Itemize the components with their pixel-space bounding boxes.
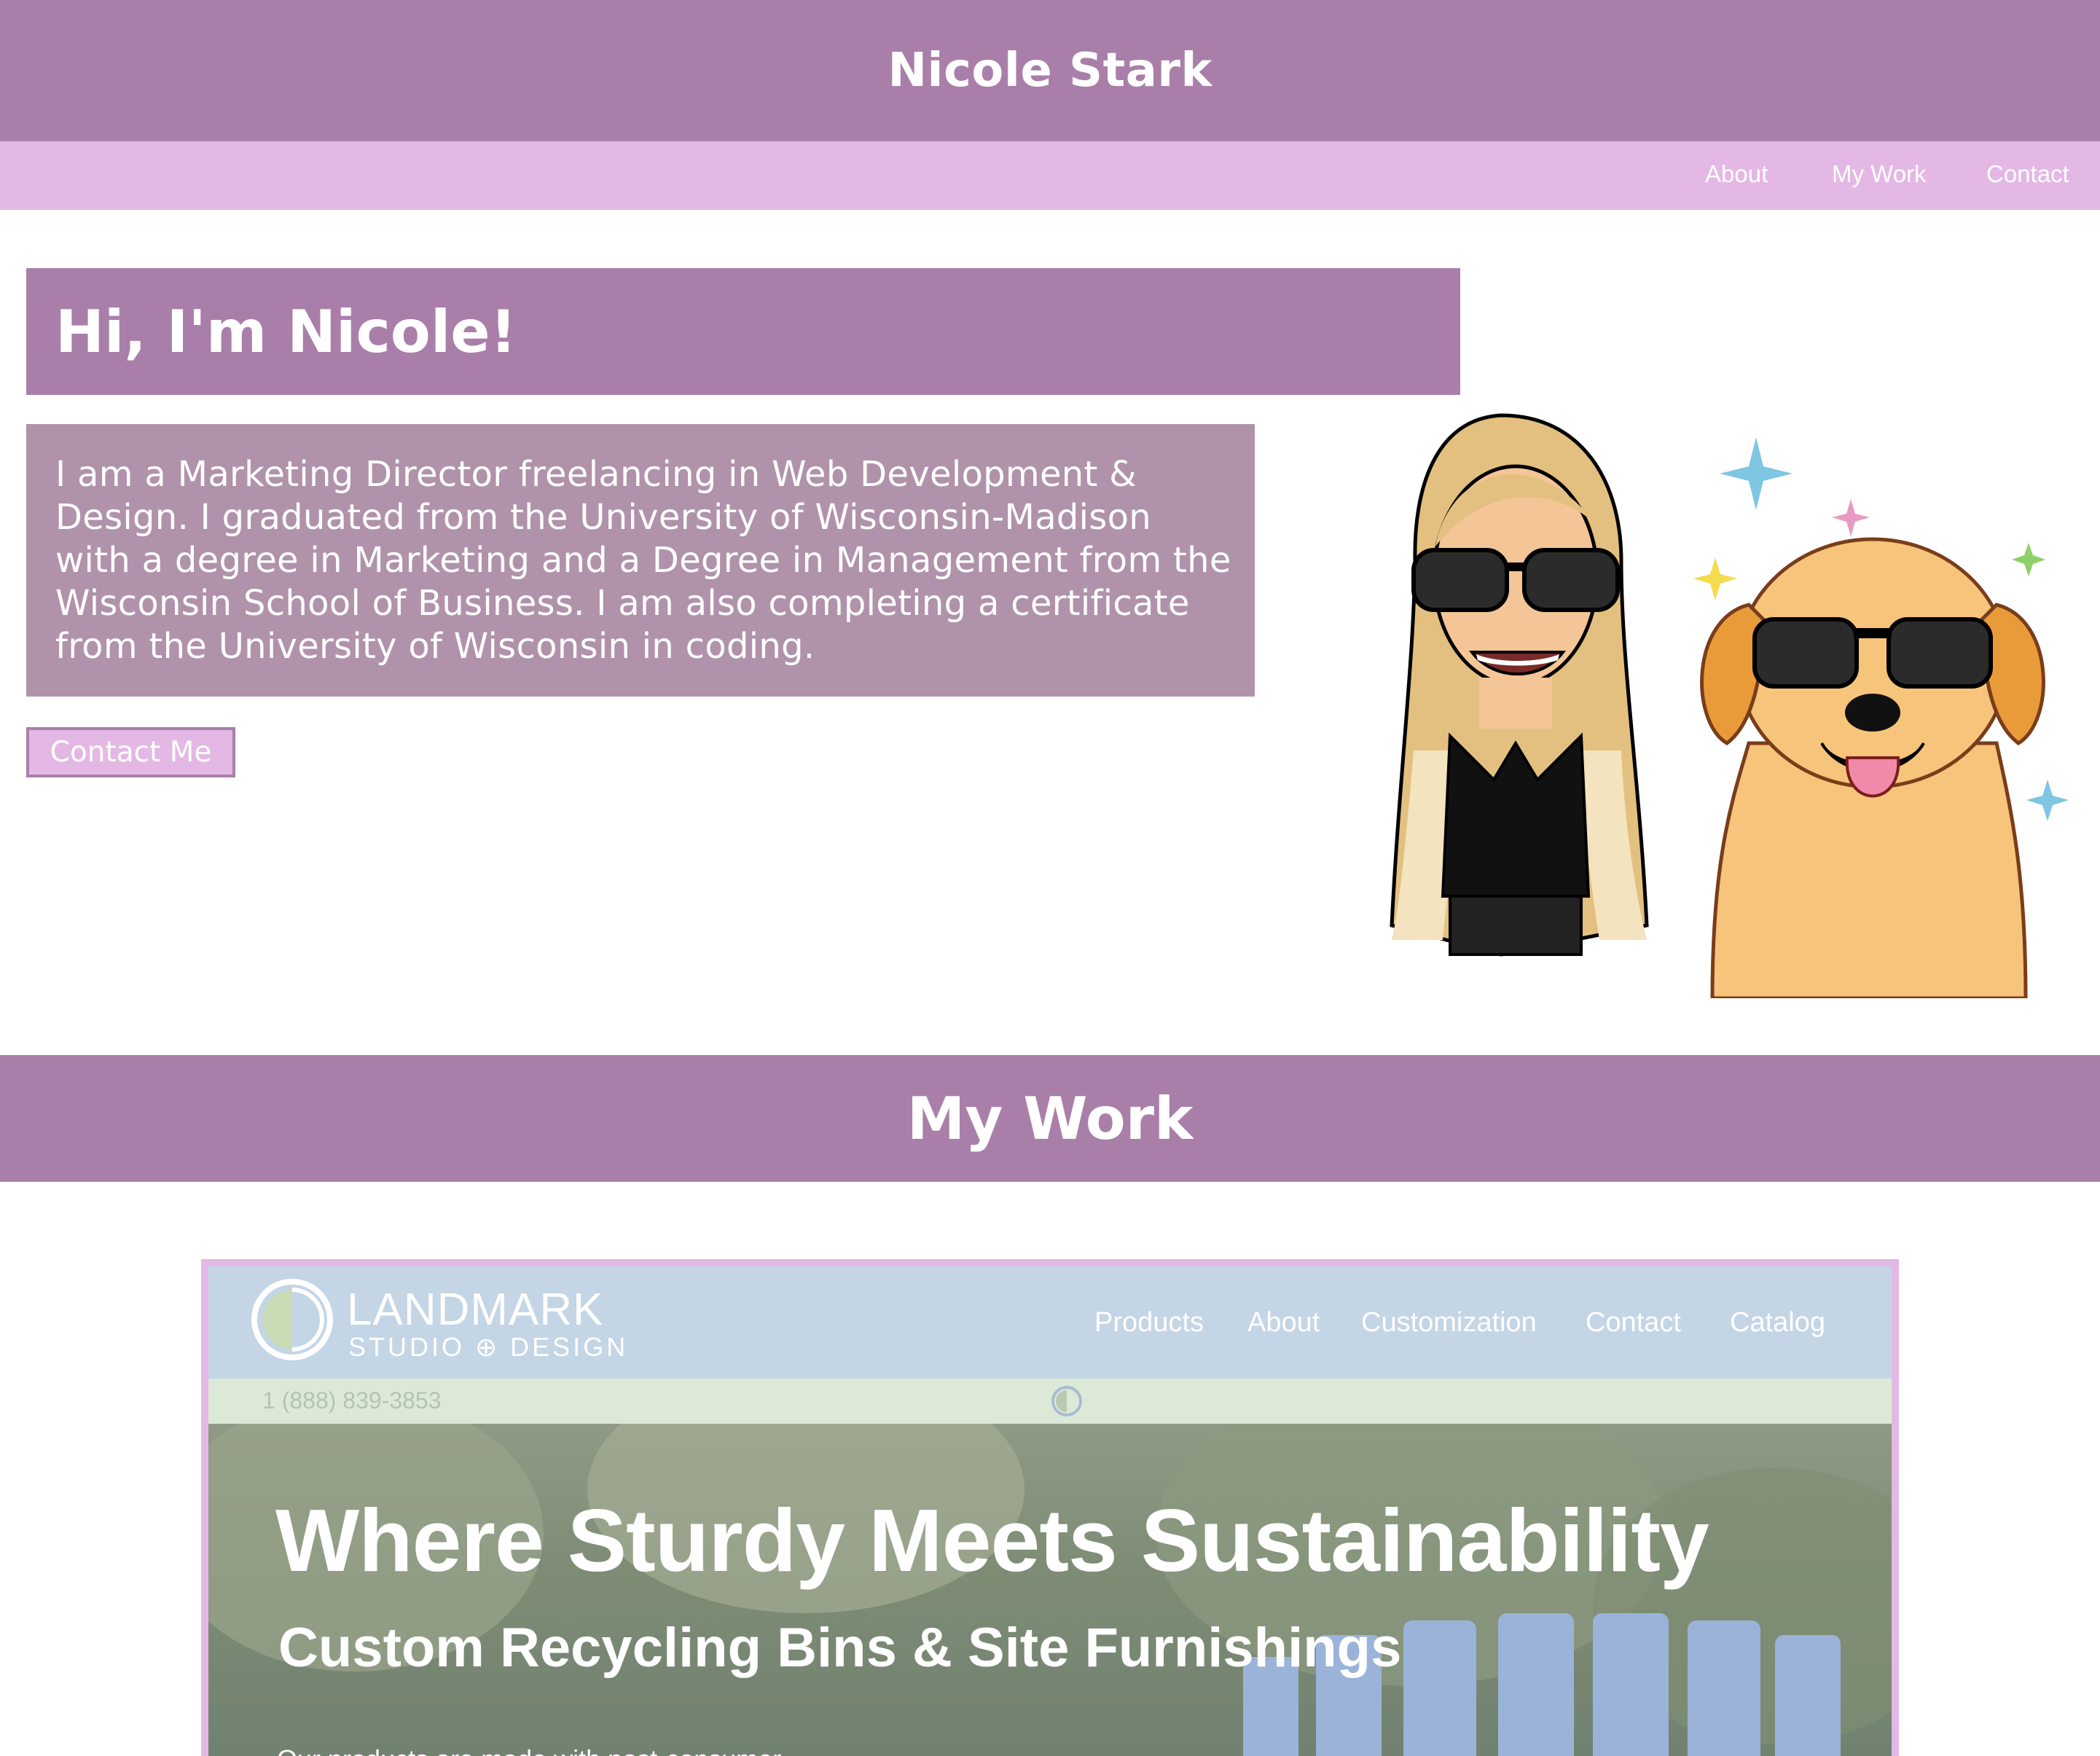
landmark-small-logo-icon <box>1051 1386 1082 1416</box>
bio-line: with a degree in Marketing and a Degree … <box>55 540 1231 581</box>
hero-heading-banner: Hi, I'm Nicole! <box>26 268 1460 395</box>
project-nav-item: Catalog <box>1730 1307 1825 1338</box>
bio-line: Wisconsin School of Business. I am also … <box>55 583 1190 624</box>
project-subheadline: Custom Recycling Bins & Site Furnishings <box>278 1617 1402 1679</box>
project-nav-item: Products <box>1094 1307 1204 1338</box>
bio-line: Design. I graduated from the University … <box>55 497 1152 538</box>
hero-heading: Hi, I'm Nicole! <box>55 297 517 366</box>
project-nav-item: About <box>1247 1307 1320 1338</box>
project-screenshot-hero: Where Sturdy Meets Sustainability Custom… <box>208 1424 1892 1756</box>
my-work-banner: My Work <box>0 1055 2100 1182</box>
nav-link-my-work[interactable]: My Work <box>1832 160 1927 188</box>
nav-link-contact[interactable]: Contact <box>1986 160 2069 188</box>
project-headline: Where Sturdy Meets Sustainability <box>275 1491 1709 1590</box>
site-header: Nicole Stark <box>0 0 2100 141</box>
main-nav: About My Work Contact <box>0 141 2100 210</box>
woman-avatar <box>1390 413 1649 957</box>
bio-line: from the University of Wisconsin in codi… <box>55 626 815 667</box>
bio-text: I am a Marketing Director freelancing in… <box>55 453 1233 668</box>
project-nav-item: Contact <box>1586 1307 1681 1338</box>
project-card-landmark[interactable]: LANDMARK STUDIO ⊕ DESIGN Products About … <box>201 1259 1899 1756</box>
dog-avatar <box>1700 537 2045 998</box>
avatar-with-dog-illustration <box>1390 413 2069 998</box>
landmark-logo-icon <box>251 1279 333 1360</box>
bio-line: I am a Marketing Director freelancing in… <box>55 454 1137 495</box>
project-phone-number: 1 (888) 839-3853 <box>262 1387 442 1414</box>
project-phone-bar: 1 (888) 839-3853 <box>208 1379 1892 1424</box>
project-body-text: Our products are made with post-consumer <box>277 1744 781 1756</box>
project-nav-item: Customization <box>1361 1307 1537 1338</box>
bio-box: I am a Marketing Director freelancing in… <box>26 424 1255 697</box>
project-screenshot-header: LANDMARK STUDIO ⊕ DESIGN Products About … <box>208 1266 1892 1379</box>
contact-me-button[interactable]: Contact Me <box>26 727 235 777</box>
my-work-title: My Work <box>906 1084 1194 1153</box>
project-brand-subtitle: STUDIO ⊕ DESIGN <box>348 1332 629 1362</box>
nav-link-about[interactable]: About <box>1705 160 1768 188</box>
site-title: Nicole Stark <box>888 44 1212 98</box>
project-brand-name: LANDMARK <box>347 1285 604 1335</box>
